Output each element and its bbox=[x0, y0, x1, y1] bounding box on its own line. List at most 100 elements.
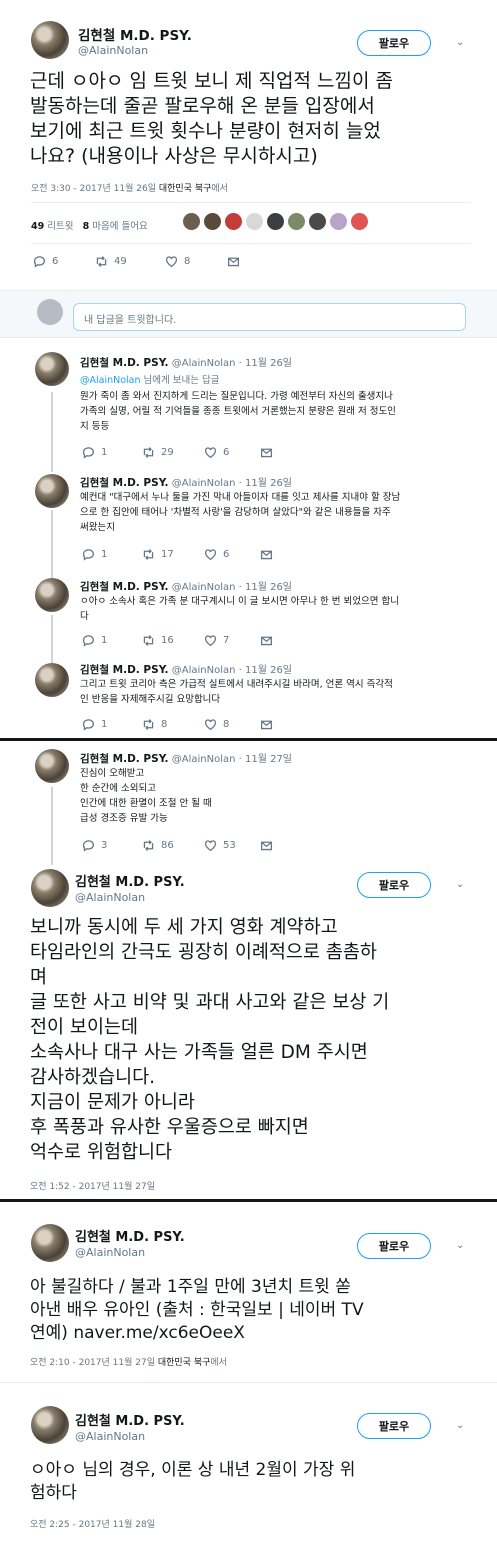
tweet-timestamp[interactable]: 오전 1:52 - 2017년 11월 27일 bbox=[30, 1179, 155, 1192]
author-name[interactable]: 김현철 M.D. PSY. bbox=[75, 871, 185, 890]
reply-button[interactable]: 1 bbox=[82, 718, 142, 731]
tweet-timestamp[interactable]: 오전 2:25 - 2017년 11월 28일 bbox=[30, 1517, 155, 1530]
avatar[interactable] bbox=[31, 869, 69, 907]
reply-author[interactable]: 김현철 M.D. PSY. bbox=[80, 753, 169, 765]
reply-button[interactable]: 1 bbox=[82, 634, 142, 647]
liker-avatar[interactable] bbox=[330, 213, 347, 230]
liker-avatar[interactable] bbox=[351, 213, 368, 230]
retweet-icon bbox=[143, 447, 154, 458]
author-handle[interactable]: @AlainNolan bbox=[78, 44, 148, 57]
follow-button[interactable]: 팔로우 bbox=[357, 1413, 431, 1439]
like-button[interactable]: 8 bbox=[204, 718, 260, 731]
reply-meta[interactable]: @AlainNolan · 11월 27일 bbox=[172, 754, 292, 765]
retweet-button[interactable]: 86 bbox=[142, 839, 204, 852]
reply-button[interactable]: 1 bbox=[82, 548, 142, 561]
like-button[interactable]: 8 bbox=[165, 255, 227, 268]
like-button[interactable]: 7 bbox=[204, 634, 260, 647]
divider bbox=[31, 243, 471, 244]
reply-author[interactable]: 김현철 M.D. PSY. bbox=[80, 664, 169, 676]
dm-button[interactable] bbox=[260, 446, 273, 459]
avatar[interactable] bbox=[31, 21, 69, 59]
tweet-text: 근데 ㅇ아ㅇ 임 트윗 보니 제 직업적 느낌이 좀 발동하는데 줄곧 팔로우해… bbox=[30, 70, 393, 167]
reply-icon bbox=[33, 256, 45, 268]
chevron-down-icon[interactable]: ⌄ bbox=[456, 1420, 466, 1431]
retweet-button[interactable]: 16 bbox=[142, 634, 204, 647]
retweet-count[interactable]: 49 bbox=[31, 221, 44, 232]
reply-count: 3 bbox=[101, 840, 108, 851]
like-count: 6 bbox=[223, 549, 230, 560]
author-handle[interactable]: @AlainNolan bbox=[75, 1246, 145, 1259]
reply-to-handle[interactable]: @AlainNolan bbox=[80, 375, 141, 386]
retweet-button[interactable]: 49 bbox=[95, 255, 165, 268]
chevron-down-icon[interactable]: ⌄ bbox=[456, 1240, 466, 1251]
reply-count: 1 bbox=[101, 549, 108, 560]
like-button[interactable]: 6 bbox=[204, 446, 260, 459]
author-name[interactable]: 김현철 M.D. PSY. bbox=[78, 24, 192, 44]
chevron-down-icon[interactable]: ⌄ bbox=[456, 37, 466, 48]
reply-count: 1 bbox=[101, 635, 108, 646]
like-button[interactable]: 53 bbox=[204, 839, 260, 852]
location-link[interactable]: 대한민국 북구 bbox=[159, 184, 212, 194]
reply-composer-input[interactable]: 내 답글을 트윗합니다. bbox=[73, 303, 466, 331]
chevron-down-icon[interactable]: ⌄ bbox=[456, 879, 466, 890]
location-link[interactable]: 대한민국 북구 bbox=[158, 1358, 211, 1368]
retweet-icon bbox=[143, 549, 154, 560]
like-count[interactable]: 8 bbox=[83, 221, 90, 232]
reply-author[interactable]: 김현철 M.D. PSY. bbox=[80, 477, 169, 489]
follow-button[interactable]: 팔로우 bbox=[357, 1233, 431, 1259]
heart-icon bbox=[204, 840, 217, 852]
reply-header: 김현철 M.D. PSY. @AlainNolan · 11월 26일 bbox=[80, 354, 292, 370]
dm-button[interactable] bbox=[260, 839, 273, 852]
like-label[interactable]: 마음에 들어요 bbox=[92, 221, 147, 232]
author-name[interactable]: 김현철 M.D. PSY. bbox=[75, 1226, 185, 1245]
reply-icon bbox=[82, 447, 94, 459]
avatar[interactable] bbox=[35, 749, 69, 783]
reply-meta[interactable]: @AlainNolan · 11월 26일 bbox=[172, 478, 292, 489]
follow-button[interactable]: 팔로우 bbox=[357, 30, 431, 56]
reply-author[interactable]: 김현철 M.D. PSY. bbox=[80, 357, 169, 369]
dm-button[interactable] bbox=[260, 634, 273, 647]
composer-area: 내 답글을 트윗합니다. bbox=[0, 290, 497, 338]
retweet-button[interactable]: 8 bbox=[142, 718, 204, 731]
avatar[interactable] bbox=[35, 352, 69, 386]
liker-avatar[interactable] bbox=[309, 213, 326, 230]
author-handle[interactable]: @AlainNolan bbox=[75, 1430, 145, 1443]
thread-connector bbox=[51, 392, 53, 472]
avatar[interactable] bbox=[31, 1224, 69, 1262]
tweet-panel-3: 김현철 M.D. PSY. @AlainNolan 팔로우 ⌄ 아 불길하다 /… bbox=[0, 1202, 497, 1548]
reply-meta[interactable]: @AlainNolan · 11월 26일 bbox=[172, 358, 292, 369]
dm-button[interactable] bbox=[227, 255, 240, 268]
liker-avatar[interactable] bbox=[225, 213, 242, 230]
avatar[interactable] bbox=[35, 474, 69, 508]
like-count: 8 bbox=[223, 719, 230, 730]
dm-button[interactable] bbox=[260, 718, 273, 731]
author-name[interactable]: 김현철 M.D. PSY. bbox=[75, 1410, 185, 1429]
dm-button[interactable] bbox=[260, 548, 273, 561]
liker-avatar[interactable] bbox=[183, 213, 200, 230]
liker-avatar[interactable] bbox=[246, 213, 263, 230]
reply-actions: 1 16 7 bbox=[82, 634, 273, 647]
like-button[interactable]: 6 bbox=[204, 548, 260, 561]
reply-author[interactable]: 김현철 M.D. PSY. bbox=[80, 581, 169, 593]
reply-meta[interactable]: @AlainNolan · 11월 26일 bbox=[172, 665, 292, 676]
reply-button[interactable]: 1 bbox=[82, 446, 142, 459]
avatar[interactable] bbox=[31, 1406, 69, 1444]
retweet-button[interactable]: 17 bbox=[142, 548, 204, 561]
heart-icon bbox=[204, 549, 217, 561]
liker-avatar[interactable] bbox=[204, 213, 221, 230]
tweet-timestamp[interactable]: 오전 3:30 - 2017년 11월 26일 대한민국 북구에서 bbox=[31, 181, 228, 194]
tweet-timestamp[interactable]: 오전 2:10 - 2017년 11월 27일 대한민국 북구에서 bbox=[30, 1355, 227, 1368]
liker-avatar[interactable] bbox=[288, 213, 305, 230]
avatar[interactable] bbox=[35, 663, 69, 697]
reply-button[interactable]: 6 bbox=[33, 255, 95, 268]
retweet-count: 49 bbox=[114, 256, 127, 267]
retweet-button[interactable]: 29 bbox=[142, 446, 204, 459]
retweet-label[interactable]: 리트윗 bbox=[47, 221, 73, 232]
liker-avatar[interactable] bbox=[267, 213, 284, 230]
reply-meta[interactable]: @AlainNolan · 11월 26일 bbox=[172, 582, 292, 593]
author-handle[interactable]: @AlainNolan bbox=[75, 891, 145, 904]
reply-button[interactable]: 3 bbox=[82, 839, 142, 852]
avatar[interactable] bbox=[35, 578, 69, 612]
follow-button[interactable]: 팔로우 bbox=[357, 872, 431, 898]
reply-text: ㅇ아ㅇ 소속사 혹은 가족 분 대구계시니 이 글 보시면 아무나 한 번 뵈었… bbox=[80, 596, 399, 622]
